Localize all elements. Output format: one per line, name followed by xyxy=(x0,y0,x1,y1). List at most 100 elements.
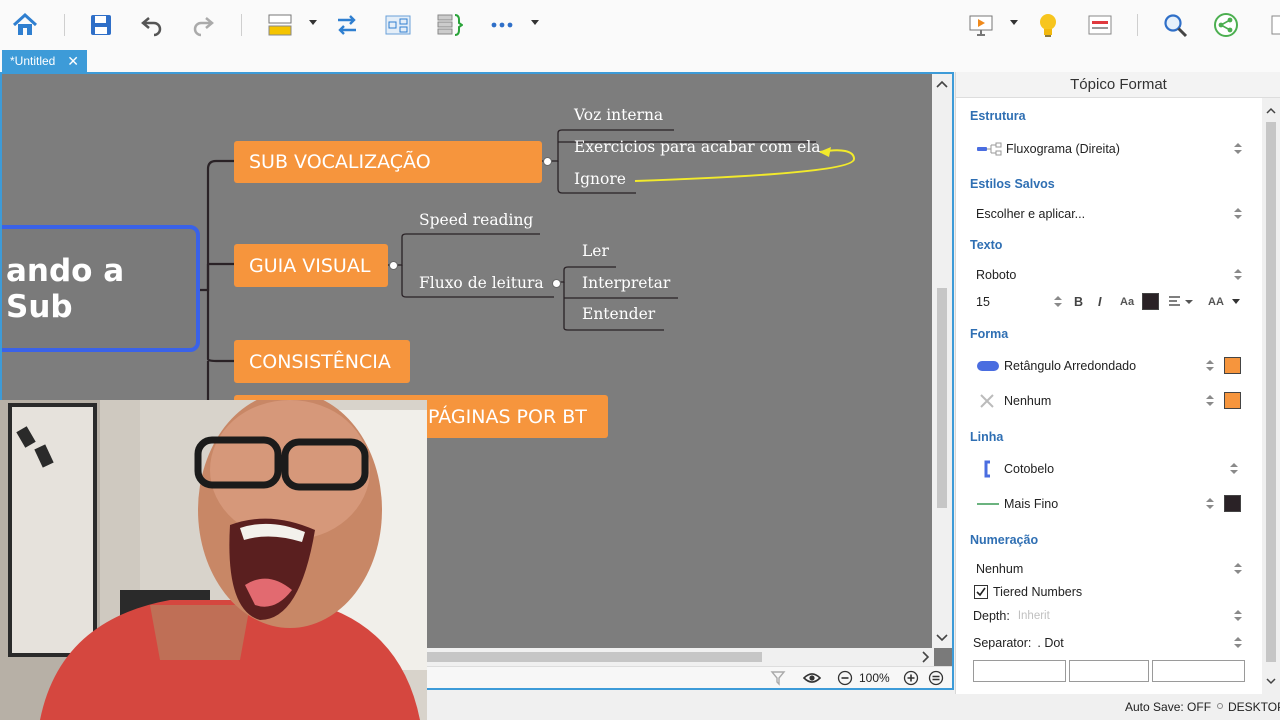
panel-title: Tópico Format xyxy=(956,72,1280,98)
shape-select[interactable]: Retângulo Arredondado xyxy=(970,354,1250,378)
tiered-numbers-label: Tiered Numbers xyxy=(993,585,1083,599)
saved-styles-value: Escolher e aplicar... xyxy=(976,207,1086,221)
prefix-input[interactable] xyxy=(973,660,1066,682)
fill-color-swatch[interactable] xyxy=(1224,357,1241,374)
chevron-down-icon[interactable] xyxy=(1231,298,1241,306)
panel-toggle-icon[interactable] xyxy=(1262,8,1280,42)
subtopic-interpretar[interactable]: Interpretar xyxy=(582,274,670,292)
subtopic-entender[interactable]: Entender xyxy=(582,305,655,323)
text-case-button[interactable]: Aa xyxy=(1120,296,1134,308)
updown-icon xyxy=(1234,563,1242,575)
topic-layout-icon[interactable] xyxy=(263,8,297,42)
line-color-swatch[interactable] xyxy=(1224,495,1241,512)
thin-line-icon xyxy=(977,503,999,505)
subtopic-ignore[interactable]: Ignore xyxy=(574,170,626,188)
depth-value: Inherit xyxy=(1017,610,1050,622)
topic-layout-dropdown-icon[interactable] xyxy=(309,20,317,25)
canvas-vertical-scrollbar[interactable] xyxy=(932,74,952,648)
italic-button[interactable]: I xyxy=(1098,295,1101,309)
structure-select[interactable]: Fluxograma (Direita) xyxy=(970,137,1250,161)
summary-icon[interactable] xyxy=(432,8,466,42)
font-size-value[interactable]: 15 xyxy=(976,295,990,309)
boundary-icon[interactable] xyxy=(381,8,415,42)
scroll-right-icon[interactable] xyxy=(918,648,932,666)
text-caps-button[interactable]: AA xyxy=(1208,296,1224,308)
subtopic-voz-interna[interactable]: Voz interna xyxy=(574,106,663,124)
tab-untitled[interactable]: *Untitled ✕ xyxy=(2,50,87,72)
text-color-swatch[interactable] xyxy=(1142,293,1159,310)
presenter-video-image xyxy=(0,400,427,720)
bold-button[interactable]: B xyxy=(1074,295,1083,309)
undo-icon[interactable] xyxy=(135,8,169,42)
collapse-toggle[interactable] xyxy=(552,279,561,288)
scroll-up-icon[interactable] xyxy=(932,78,952,92)
topic-consistencia[interactable]: CONSISTÊNCIA xyxy=(234,340,410,383)
format-panel: Tópico Format Estrutura Fluxograma (Dire… xyxy=(955,72,1280,694)
subtopic-ler[interactable]: Ler xyxy=(582,242,609,260)
presentation-dropdown-icon[interactable] xyxy=(1010,20,1018,25)
saved-styles-select[interactable]: Escolher e aplicar... xyxy=(970,202,1250,226)
home-icon[interactable] xyxy=(8,8,42,42)
collapse-toggle[interactable] xyxy=(543,157,552,166)
zoom-out-icon[interactable] xyxy=(837,670,853,686)
updown-icon xyxy=(1234,143,1242,155)
topic-guia-visual[interactable]: GUIA VISUAL xyxy=(234,244,388,287)
checkbox-checked-icon[interactable] xyxy=(974,585,988,599)
close-icon[interactable]: ✕ xyxy=(67,50,79,72)
scroll-thumb[interactable] xyxy=(937,288,947,508)
line-style-select[interactable]: Cotobelo xyxy=(970,457,1250,481)
scroll-thumb[interactable] xyxy=(1266,122,1276,662)
webcam-overlay xyxy=(0,400,427,720)
filter-icon[interactable] xyxy=(770,670,786,686)
font-size-stepper[interactable] xyxy=(1054,296,1062,308)
search-icon[interactable] xyxy=(1158,8,1192,42)
collapse-toggle[interactable] xyxy=(389,261,398,270)
app-statusbar: Auto Save: OFF DESKTOP- xyxy=(955,694,1280,720)
scroll-thumb[interactable] xyxy=(424,652,762,662)
elbow-line-icon xyxy=(984,460,990,478)
border-select[interactable]: Nenhum xyxy=(970,389,1250,413)
zoom-in-icon[interactable] xyxy=(903,670,919,686)
subtopic-fluxo-leitura[interactable]: Fluxo de leitura xyxy=(419,274,544,292)
presentation-icon[interactable] xyxy=(964,8,998,42)
font-family-select[interactable]: Roboto xyxy=(970,263,1250,287)
subtopic-exercicios[interactable]: Exercicios para acabar com ela xyxy=(574,138,821,156)
align-dropdown-icon[interactable] xyxy=(1168,295,1194,309)
relationship-icon[interactable] xyxy=(330,8,364,42)
autosave-status[interactable]: Auto Save: OFF xyxy=(1125,700,1211,714)
text-format-row: 15 B I Aa AA xyxy=(970,290,1250,314)
section-forma: Forma xyxy=(970,327,1009,341)
scroll-down-icon[interactable] xyxy=(932,630,952,644)
subtopic-speed-reading[interactable]: Speed reading xyxy=(419,211,533,229)
numbering-value: Nenhum xyxy=(976,562,1024,576)
central-topic[interactable]: ando a Sub xyxy=(2,225,200,352)
updown-icon xyxy=(1206,395,1214,407)
topic-sub-vocalizacao[interactable]: SUB VOCALIZAÇÃO xyxy=(234,141,542,183)
scroll-up-icon[interactable] xyxy=(1262,104,1280,118)
number-input[interactable] xyxy=(1069,660,1149,682)
idea-icon[interactable] xyxy=(1031,8,1065,42)
share-icon[interactable] xyxy=(1209,8,1243,42)
depth-select[interactable]: Depth: Inherit xyxy=(970,604,1250,628)
line-width-select[interactable]: Mais Fino xyxy=(970,492,1250,516)
tiered-numbers-row: Tiered Numbers xyxy=(970,580,1250,604)
border-color-swatch[interactable] xyxy=(1224,392,1241,409)
updown-icon xyxy=(1234,610,1242,622)
topic-label: SUB VOCALIZAÇÃO xyxy=(249,151,431,173)
scroll-down-icon[interactable] xyxy=(1262,674,1280,688)
panel-scrollbar[interactable] xyxy=(1262,98,1280,694)
fit-view-icon[interactable] xyxy=(928,670,944,686)
numbering-select[interactable]: Nenhum xyxy=(970,557,1250,581)
more-dropdown-icon[interactable] xyxy=(531,20,539,25)
eye-icon[interactable] xyxy=(803,671,821,685)
separator-value: . Dot xyxy=(1037,636,1064,650)
save-icon[interactable] xyxy=(84,8,118,42)
device-name: DESKTOP- xyxy=(1228,700,1280,714)
format-panel-icon[interactable] xyxy=(1083,8,1117,42)
main-toolbar xyxy=(0,0,1280,50)
section-numeracao: Numeração xyxy=(970,533,1039,547)
redo-icon[interactable] xyxy=(186,8,220,42)
suffix-input[interactable] xyxy=(1152,660,1245,682)
more-icon[interactable] xyxy=(485,8,519,42)
separator-select[interactable]: Separator: . Dot xyxy=(970,631,1250,655)
